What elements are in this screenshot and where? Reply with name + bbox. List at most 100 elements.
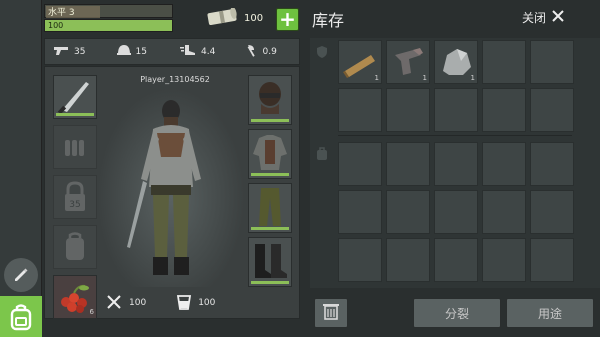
inventory-cell[interactable] (434, 238, 478, 282)
inventory-cell[interactable] (386, 238, 430, 282)
inventory-title: 库存 (312, 11, 345, 30)
shield-icon (316, 44, 328, 63)
health-value: 100 (48, 21, 64, 30)
inventory-cell[interactable] (530, 238, 574, 282)
backpack-icon (54, 232, 96, 272)
inventory-panel: 1 1 1 (310, 38, 600, 288)
stats-row: 35 15 4.4 0.9 (44, 38, 300, 65)
inventory-cell[interactable]: 1 (434, 40, 478, 84)
add-currency-button[interactable]: + (276, 8, 299, 31)
pencil-icon[interactable] (4, 258, 38, 292)
inventory-cell[interactable] (482, 88, 526, 132)
lock-icon: 35 (54, 181, 96, 222)
food-slot[interactable]: 6 (53, 275, 97, 319)
player-name: Player_13104562 (140, 75, 210, 84)
feet-slot[interactable] (248, 237, 292, 287)
vitals-row: 100 100 (105, 289, 295, 317)
close-icon (552, 10, 564, 25)
trash-button[interactable] (314, 298, 348, 328)
stat-speed: 4.4 (172, 44, 236, 59)
item-quantity: 1 (470, 74, 475, 82)
inventory-cell[interactable] (338, 142, 382, 186)
player-level-box: 水平 3 100 (44, 4, 173, 33)
currency-amount: 100 (244, 13, 264, 24)
boots-icon (249, 244, 291, 288)
close-button[interactable]: 关闭 (522, 9, 564, 26)
level-bar: 水平 3 (44, 4, 173, 18)
inventory-cell[interactable] (482, 142, 526, 186)
backpack-section-icon (316, 146, 328, 165)
water-cup-icon (176, 293, 192, 314)
item-quantity: 1 (374, 74, 379, 82)
backpack-tab-icon[interactable] (0, 296, 42, 337)
item-quantity: 1 (422, 74, 427, 82)
torso-slot[interactable] (248, 129, 292, 179)
boots-speed-icon (180, 44, 196, 59)
ammo-slot[interactable] (53, 125, 97, 169)
inventory-cell[interactable] (482, 190, 526, 234)
plus-icon: + (279, 7, 296, 31)
inventory-cell[interactable] (386, 142, 430, 186)
player-character-figure (127, 100, 201, 275)
balaclava-icon (249, 82, 291, 126)
torso-durability-bar (251, 173, 289, 176)
currency-display: 100 (206, 7, 264, 29)
inventory-cell[interactable] (530, 40, 574, 84)
grid-divider (338, 135, 572, 136)
inventory-cell[interactable] (530, 88, 574, 132)
equipment-panel: 35 6 Player_13104562 100 100 (44, 66, 300, 319)
weapon-slot[interactable] (53, 75, 97, 119)
close-label: 关闭 (522, 11, 547, 25)
thirst-value: 100 (198, 298, 216, 308)
machete-icon (54, 82, 96, 120)
helmet-icon (116, 44, 131, 59)
weapon-durability-bar (56, 113, 94, 116)
ammo-icon (54, 140, 96, 172)
head-durability-bar (251, 119, 289, 122)
inventory-cell[interactable] (338, 88, 382, 132)
inventory-cell[interactable] (434, 190, 478, 234)
pants-icon (249, 188, 291, 234)
backpack-slot[interactable] (53, 225, 97, 269)
level-label: 水平 3 (48, 7, 75, 18)
inventory-cell[interactable] (530, 142, 574, 186)
inventory-cell[interactable]: 1 (386, 40, 430, 84)
jacket-icon (249, 135, 291, 180)
inventory-cell[interactable] (434, 142, 478, 186)
cash-roll-icon (206, 7, 240, 29)
stat-gathering: 0.9 (236, 44, 300, 60)
use-button[interactable]: 用途 (506, 298, 594, 328)
food-count: 6 (89, 308, 94, 316)
health-bar: 100 (44, 19, 173, 32)
gun-icon (53, 44, 69, 59)
stat-damage-value: 35 (74, 46, 86, 57)
inventory-cell[interactable] (338, 190, 382, 234)
inventory-cell[interactable] (530, 190, 574, 234)
trash-icon (322, 301, 340, 325)
inventory-cell[interactable] (386, 88, 430, 132)
split-button[interactable]: 分裂 (413, 298, 501, 328)
stat-armor-value: 15 (135, 46, 147, 57)
locked-slot: 35 (53, 175, 97, 219)
inventory-cell[interactable]: 1 (338, 40, 382, 84)
lock-level-label: 35 (69, 200, 80, 210)
axe-icon (244, 44, 258, 60)
stat-gathering-value: 0.9 (262, 46, 277, 57)
backpack-grid (338, 142, 574, 282)
legs-slot[interactable] (248, 183, 292, 233)
stat-armor: 15 (109, 44, 173, 59)
inventory-cell[interactable] (386, 190, 430, 234)
character-preview (97, 87, 245, 287)
inventory-cell[interactable] (338, 238, 382, 282)
quick-grid: 1 1 1 (338, 40, 574, 132)
feet-durability-bar (251, 281, 289, 284)
left-rail (0, 0, 42, 337)
stat-damage: 35 (45, 44, 109, 59)
head-slot[interactable] (248, 75, 292, 125)
fork-knife-icon (105, 293, 123, 314)
inventory-cell[interactable] (482, 40, 526, 84)
hunger-value: 100 (129, 298, 147, 308)
hunger-stat: 100 (105, 293, 146, 314)
inventory-cell[interactable] (482, 238, 526, 282)
inventory-cell[interactable] (434, 88, 478, 132)
